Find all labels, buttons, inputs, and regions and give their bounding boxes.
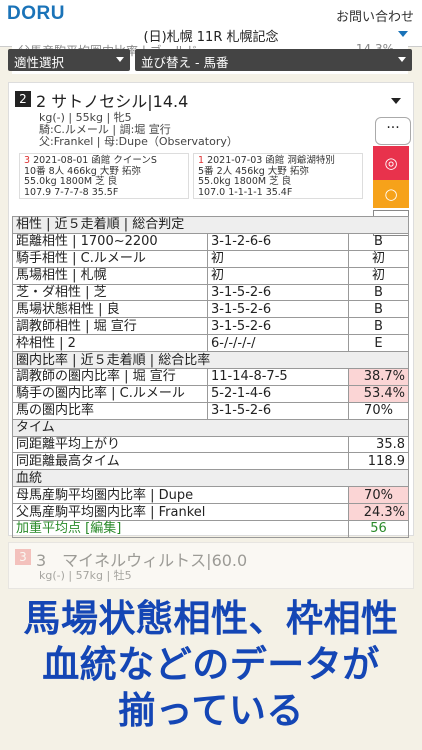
filter-bar: 適性選択 並び替え - 馬番 [8, 49, 412, 71]
chevron-down-icon [398, 31, 408, 37]
stats-table: 相性 | 近５走着順 | 総合判定 距離相性 | 1700~2200 3-1-2-… [12, 216, 409, 538]
table-row: 騎手の圏内比率 | C.ルメール 5-2-1-4-6 53.4% [12, 384, 409, 403]
edit-weighted-average-link[interactable]: 加重平均点 [編集] [12, 520, 349, 538]
table-row: 距離相性 | 1700~2200 3-1-2-6-6 B [12, 232, 409, 251]
promo-caption-line-3: 揃っている [118, 689, 304, 732]
past-race-card[interactable]: 3 2021-08-01 函館 クイーンS 10番 8人 466kg 大野 拓弥… [19, 153, 189, 199]
sort-select-label: 並び替え - 馬番 [141, 55, 229, 70]
more-options-button[interactable]: ··· [375, 117, 411, 145]
horse-weight-info: kg(-) | 57kg | 牡5 [39, 569, 132, 582]
past-race-card[interactable]: 1 2021-07-03 函館 洞爺湖特別 5番 2人 456kg 大野 拓弥 … [193, 153, 363, 199]
caret-down-icon [398, 57, 406, 62]
table-row: 調教師の圏内比率 | 堀 宣行 11-14-8-7-5 38.7% [12, 368, 409, 386]
past-race-line: 107.9 7-7-7-8 35.5F [24, 186, 119, 198]
table-row: 馬場状態相性 | 良 3-1-5-2-6 B [12, 300, 409, 319]
past-race-line: 55.0kg 1800M 芝 良 [24, 176, 118, 187]
app-logo[interactable]: DORU [7, 3, 65, 25]
aptitude-select[interactable]: 適性選択 [8, 49, 130, 71]
table-row: 馬場相性 | 札幌初初 [12, 266, 409, 285]
caret-down-icon [116, 57, 124, 62]
past-race-line: 3 2021-08-01 函館 クイーンS [24, 155, 157, 166]
table-row: 馬の圏内比率 3-1-5-2-6 70% [12, 401, 409, 420]
table-row: 枠相性 | 2 6-/-/-/-/E [12, 334, 409, 353]
race-title: (日)札幌 11R 札幌記念 [143, 30, 279, 45]
expand-chevron-icon[interactable] [391, 98, 401, 104]
section-header-compatibility: 相性 | 近５走着順 | 総合判定 [12, 216, 409, 234]
double-circle-mark-button[interactable]: ◎ [373, 146, 409, 180]
table-row: 同距離最高タイム 118.9 [12, 452, 409, 471]
past-race-line: 107.0 1-1-1-1 35.4F [198, 186, 293, 198]
circle-mark-button[interactable]: ○ [373, 180, 409, 208]
contact-link[interactable]: お問い合わせ [336, 6, 414, 25]
table-row: 騎手相性 | C.ルメール初初 [12, 249, 409, 268]
aptitude-select-label: 適性選択 [14, 55, 65, 70]
table-row: 調教師相性 | 堀 宣行 3-1-5-2-6 B [12, 317, 409, 336]
top-bar: DORU お問い合わせ [0, 0, 422, 26]
section-header-ratio: 圏内比率 | 近５走着順 | 総合比率 [12, 351, 409, 370]
weighted-average-score: 56 [348, 520, 409, 538]
next-horse-card-faded[interactable]: 3 3 マイネルウィルトス|60.0 kg(-) | 57kg | 牡5 [8, 542, 414, 589]
sort-select[interactable]: 並び替え - 馬番 [135, 49, 412, 71]
pedigree-info: 父:Frankel | 母:Dupe（Observatory） [39, 135, 238, 148]
frame-number-badge: 3 [15, 549, 31, 565]
weighted-average-row: 加重平均点 [編集] 56 [12, 520, 409, 538]
past-race-line: 55.0kg 1800M 芝 良 [198, 176, 292, 187]
frame-number-badge: 2 [15, 91, 31, 107]
past-race-line: 1 2021-07-03 函館 洞爺湖特別 [198, 155, 335, 166]
table-row: 芝・ダ相性 | 芝 3-1-5-2-6 B [12, 283, 409, 302]
section-header-pedigree: 血統 [12, 469, 409, 488]
table-row: 父馬産駒平均圏内比率 | Frankel 24.3% [12, 503, 409, 522]
section-header-time: タイム [12, 418, 409, 437]
table-row: 同距離平均上がり 35.8 [12, 435, 409, 454]
table-row: 母馬産駒平均圏内比率 | Dupe 70% [12, 486, 409, 505]
